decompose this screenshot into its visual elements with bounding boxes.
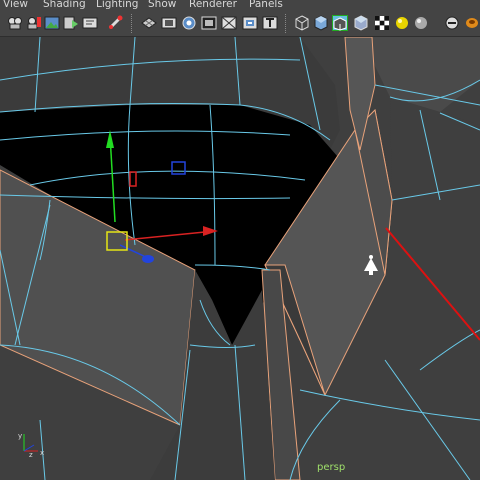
grid-icon[interactable] — [141, 15, 157, 31]
default-lighting-icon[interactable] — [394, 15, 410, 31]
menu-renderer[interactable]: Renderer — [189, 0, 237, 10]
gate-mask-icon[interactable] — [201, 15, 217, 31]
axis-label-x: x — [40, 449, 44, 457]
safe-action-icon[interactable] — [242, 15, 258, 31]
menu-shading[interactable]: Shading — [43, 0, 86, 10]
isolate-select-icon[interactable] — [444, 15, 460, 31]
field-chart-icon[interactable] — [221, 15, 237, 31]
menu-show[interactable]: Show — [148, 0, 176, 10]
shadows-icon[interactable] — [374, 15, 390, 31]
menu-view[interactable]: View — [3, 0, 28, 10]
panel-toolbar — [0, 11, 480, 37]
hardware-texture-icon[interactable] — [463, 15, 479, 31]
axis-label-y: y — [18, 432, 22, 440]
viewport-menubar: View Shading Lighting Show Renderer Pane… — [0, 0, 480, 11]
smooth-shade-icon[interactable] — [313, 15, 329, 31]
wireframe-icon[interactable] — [294, 15, 310, 31]
camera-view-icon[interactable] — [82, 15, 98, 31]
resolution-gate-icon[interactable] — [181, 15, 197, 31]
toolbar-separator — [131, 14, 136, 33]
safe-title-icon[interactable] — [262, 15, 278, 31]
bookmark-camera-icon[interactable] — [26, 15, 42, 31]
grease-pencil-icon[interactable] — [107, 15, 123, 31]
film-gate-icon[interactable] — [161, 15, 177, 31]
wireframe-on-shaded-icon[interactable] — [332, 15, 348, 31]
perspective-viewport[interactable]: y x z persp — [0, 37, 480, 480]
menu-panels[interactable]: Panels — [249, 0, 283, 10]
menu-lighting[interactable]: Lighting — [96, 0, 138, 10]
toolbar-separator — [285, 14, 290, 33]
xray-icon[interactable] — [353, 15, 369, 31]
manip-z-arrow[interactable] — [142, 255, 154, 263]
axis-label-z: z — [29, 451, 33, 459]
two-d-pan-zoom-icon[interactable] — [63, 15, 79, 31]
camera-name-label: persp — [317, 462, 346, 473]
ambient-occlusion-icon[interactable] — [413, 15, 429, 31]
image-plane-icon[interactable] — [44, 15, 60, 31]
camera-attributes-icon[interactable] — [7, 15, 23, 31]
